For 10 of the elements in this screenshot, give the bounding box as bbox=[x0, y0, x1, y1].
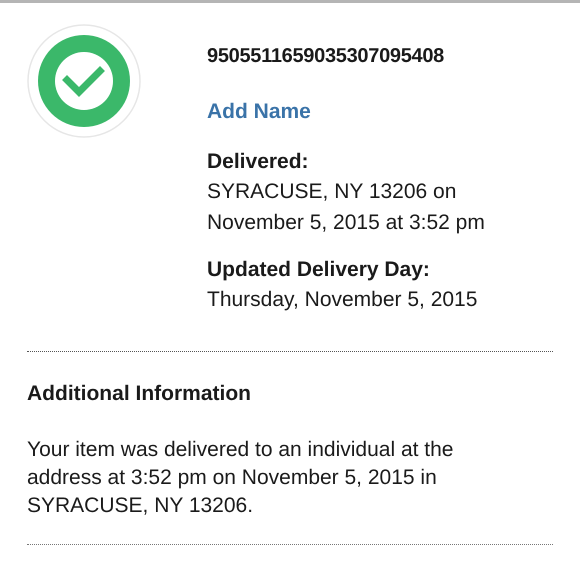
detail-text: SYRACUSE, NY 13206 on bbox=[207, 179, 458, 205]
detail-text: November 5, 2015 at 3:52 pm bbox=[207, 210, 485, 236]
add-name-link[interactable]: Add Name bbox=[207, 98, 311, 126]
delivery-description: Your item was delivered to an individual at the address at 3:52 pm on November 5, 2015 in SYRACUSE, NY 13206. bbox=[27, 437, 454, 519]
detail-label: Updated Delivery Day: bbox=[207, 257, 431, 283]
detail-label: Delivered: bbox=[207, 149, 310, 175]
section-heading: Additional Information bbox=[27, 381, 252, 407]
check-circle-icon bbox=[27, 24, 141, 138]
detail-text: Thursday, November 5, 2015 bbox=[207, 287, 478, 313]
tracking-number: 9505511659035307095408 bbox=[207, 44, 446, 69]
